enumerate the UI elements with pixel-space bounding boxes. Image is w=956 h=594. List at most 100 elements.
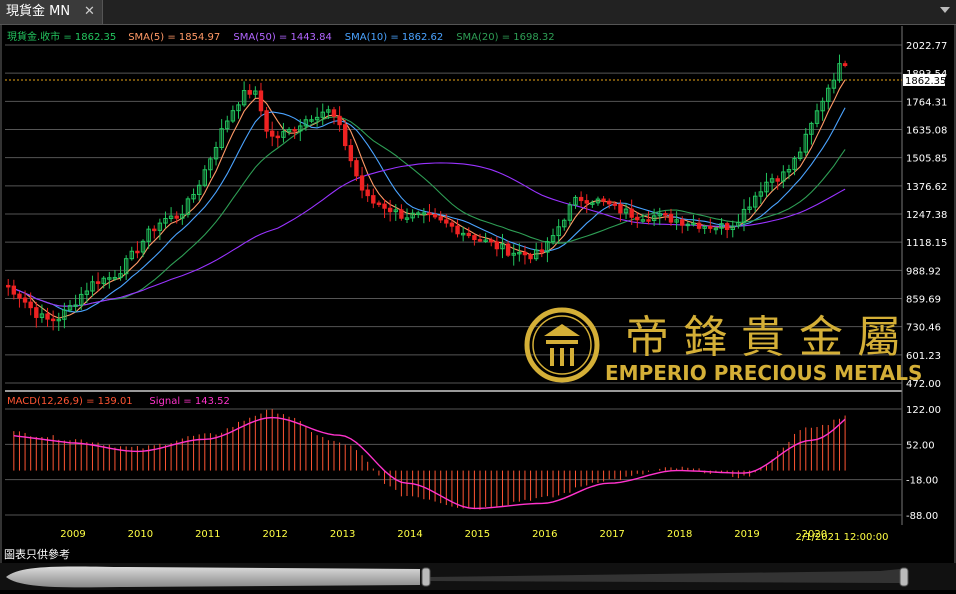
macd-tick-label: -88.00 xyxy=(906,511,938,522)
scrollbar-handle-left xyxy=(421,567,431,587)
time-tick-label: 2015 xyxy=(465,529,490,540)
candle-body xyxy=(635,216,640,221)
time-scrollbar[interactable] xyxy=(0,563,956,590)
last-price-label: 1862.35 xyxy=(905,76,946,87)
price-tick-label: 472.00 xyxy=(906,379,941,390)
candle-body xyxy=(11,285,17,295)
candle-body xyxy=(359,175,365,191)
logo-ring xyxy=(524,307,600,383)
candle-body xyxy=(50,318,56,322)
candle-body xyxy=(522,251,528,256)
candle-body xyxy=(264,110,269,132)
candle-body xyxy=(612,203,618,206)
candle-body xyxy=(489,239,494,243)
price-tick-label: 730.46 xyxy=(906,323,941,334)
candle-body xyxy=(399,209,404,219)
candle-body xyxy=(135,250,140,254)
scrollbar-handle-right xyxy=(899,567,909,587)
macd-panel xyxy=(13,409,846,510)
candle-body xyxy=(539,249,544,253)
cursor-time-label: 2/1/2021 12:00:00 xyxy=(795,532,888,543)
candle-body xyxy=(646,219,651,222)
candle-body xyxy=(34,307,39,318)
price-tick-label: 1118.15 xyxy=(906,238,947,249)
candle-body xyxy=(696,222,702,229)
grid xyxy=(5,26,903,525)
time-tick-label: 2013 xyxy=(330,529,355,540)
candle-body xyxy=(618,203,623,214)
chart-svg[interactable]: 帝鋒貴金屬EMPERIO PRECIOUS METALS 2022.771893… xyxy=(0,0,956,590)
candle-body xyxy=(6,284,11,288)
sma5-line xyxy=(13,79,846,319)
candle-body xyxy=(775,178,780,182)
candle-body xyxy=(17,293,22,299)
candle-body xyxy=(432,214,438,218)
time-tick-label: 2017 xyxy=(599,529,624,540)
candle-body xyxy=(668,213,674,223)
candle-body xyxy=(578,196,584,202)
time-tick-label: 2010 xyxy=(128,529,153,540)
time-tick-label: 2018 xyxy=(667,529,692,540)
time-tick-label: 2014 xyxy=(397,529,422,540)
price-tick-label: 859.69 xyxy=(906,295,941,306)
price-tick-label: 2022.77 xyxy=(906,41,947,52)
candle-body xyxy=(95,281,101,284)
candle-body xyxy=(45,313,50,320)
scrollbar-thumb xyxy=(6,566,420,588)
scrollbar-svg[interactable] xyxy=(0,563,956,590)
candle-body xyxy=(247,90,252,95)
candle-body xyxy=(438,216,443,221)
candle-body xyxy=(724,223,730,231)
candle-body xyxy=(842,63,848,67)
watermark: 帝鋒貴金屬EMPERIO PRECIOUS METALS xyxy=(524,307,922,385)
candle-body xyxy=(275,135,281,139)
candles xyxy=(6,54,848,332)
candle-body xyxy=(348,145,354,162)
price-tick-label: 1764.31 xyxy=(906,97,947,108)
candle-body xyxy=(708,225,713,229)
time-tick-label: 2012 xyxy=(262,529,287,540)
candle-body xyxy=(22,297,28,303)
candle-body xyxy=(663,213,668,216)
legend: 現貨金.收市 = 1862.35 SMA(5) = 1854.97 SMA(50) … xyxy=(7,30,555,407)
macd-tick-label: 122.00 xyxy=(906,405,941,416)
candle-body xyxy=(584,200,589,204)
candle-body xyxy=(174,215,179,219)
sma50-line xyxy=(13,162,846,307)
candle-body xyxy=(258,90,264,112)
candle-body xyxy=(629,208,634,218)
candle-body xyxy=(292,129,297,132)
candle-body xyxy=(28,301,33,309)
candle-body xyxy=(607,200,612,205)
candle-body xyxy=(337,115,342,126)
legend-main-item: SMA(10) = 1862.62 xyxy=(345,32,443,43)
candle-body xyxy=(466,232,471,237)
price-tick-label: 1505.85 xyxy=(906,154,947,165)
candle-body xyxy=(387,207,393,213)
candle-body xyxy=(270,130,275,137)
candle-body xyxy=(505,243,511,256)
candle-body xyxy=(371,195,376,204)
watermark-english: EMPERIO PRECIOUS METALS xyxy=(605,361,922,385)
price-tick-label: 1376.62 xyxy=(906,182,947,193)
candle-body xyxy=(449,222,455,227)
candle-body xyxy=(477,239,483,242)
legend-macd-item: Signal = 143.52 xyxy=(149,396,229,407)
candle-body xyxy=(455,225,460,235)
watermark-chinese: 帝鋒貴金屬 xyxy=(625,312,915,363)
scrollbar-track xyxy=(430,569,900,583)
time-tick-label: 2009 xyxy=(60,529,85,540)
candle-body xyxy=(382,203,387,209)
time-tick-label: 2019 xyxy=(734,529,759,540)
disclaimer-text: 圖表只供參考 xyxy=(4,548,70,561)
macd-tick-label: -18.00 xyxy=(906,476,938,487)
price-tick-label: 1635.08 xyxy=(906,125,947,136)
legend-main-item: 現貨金.收市 = 1862.35 xyxy=(7,30,116,43)
price-tick-label: 601.23 xyxy=(906,351,941,362)
legend-main-item: SMA(20) = 1698.32 xyxy=(456,32,554,43)
candle-body xyxy=(343,124,348,147)
indicator-lines xyxy=(5,79,902,319)
candle-body xyxy=(528,254,533,260)
price-tick-label: 1247.38 xyxy=(906,210,947,221)
logo-emblem xyxy=(544,324,580,366)
